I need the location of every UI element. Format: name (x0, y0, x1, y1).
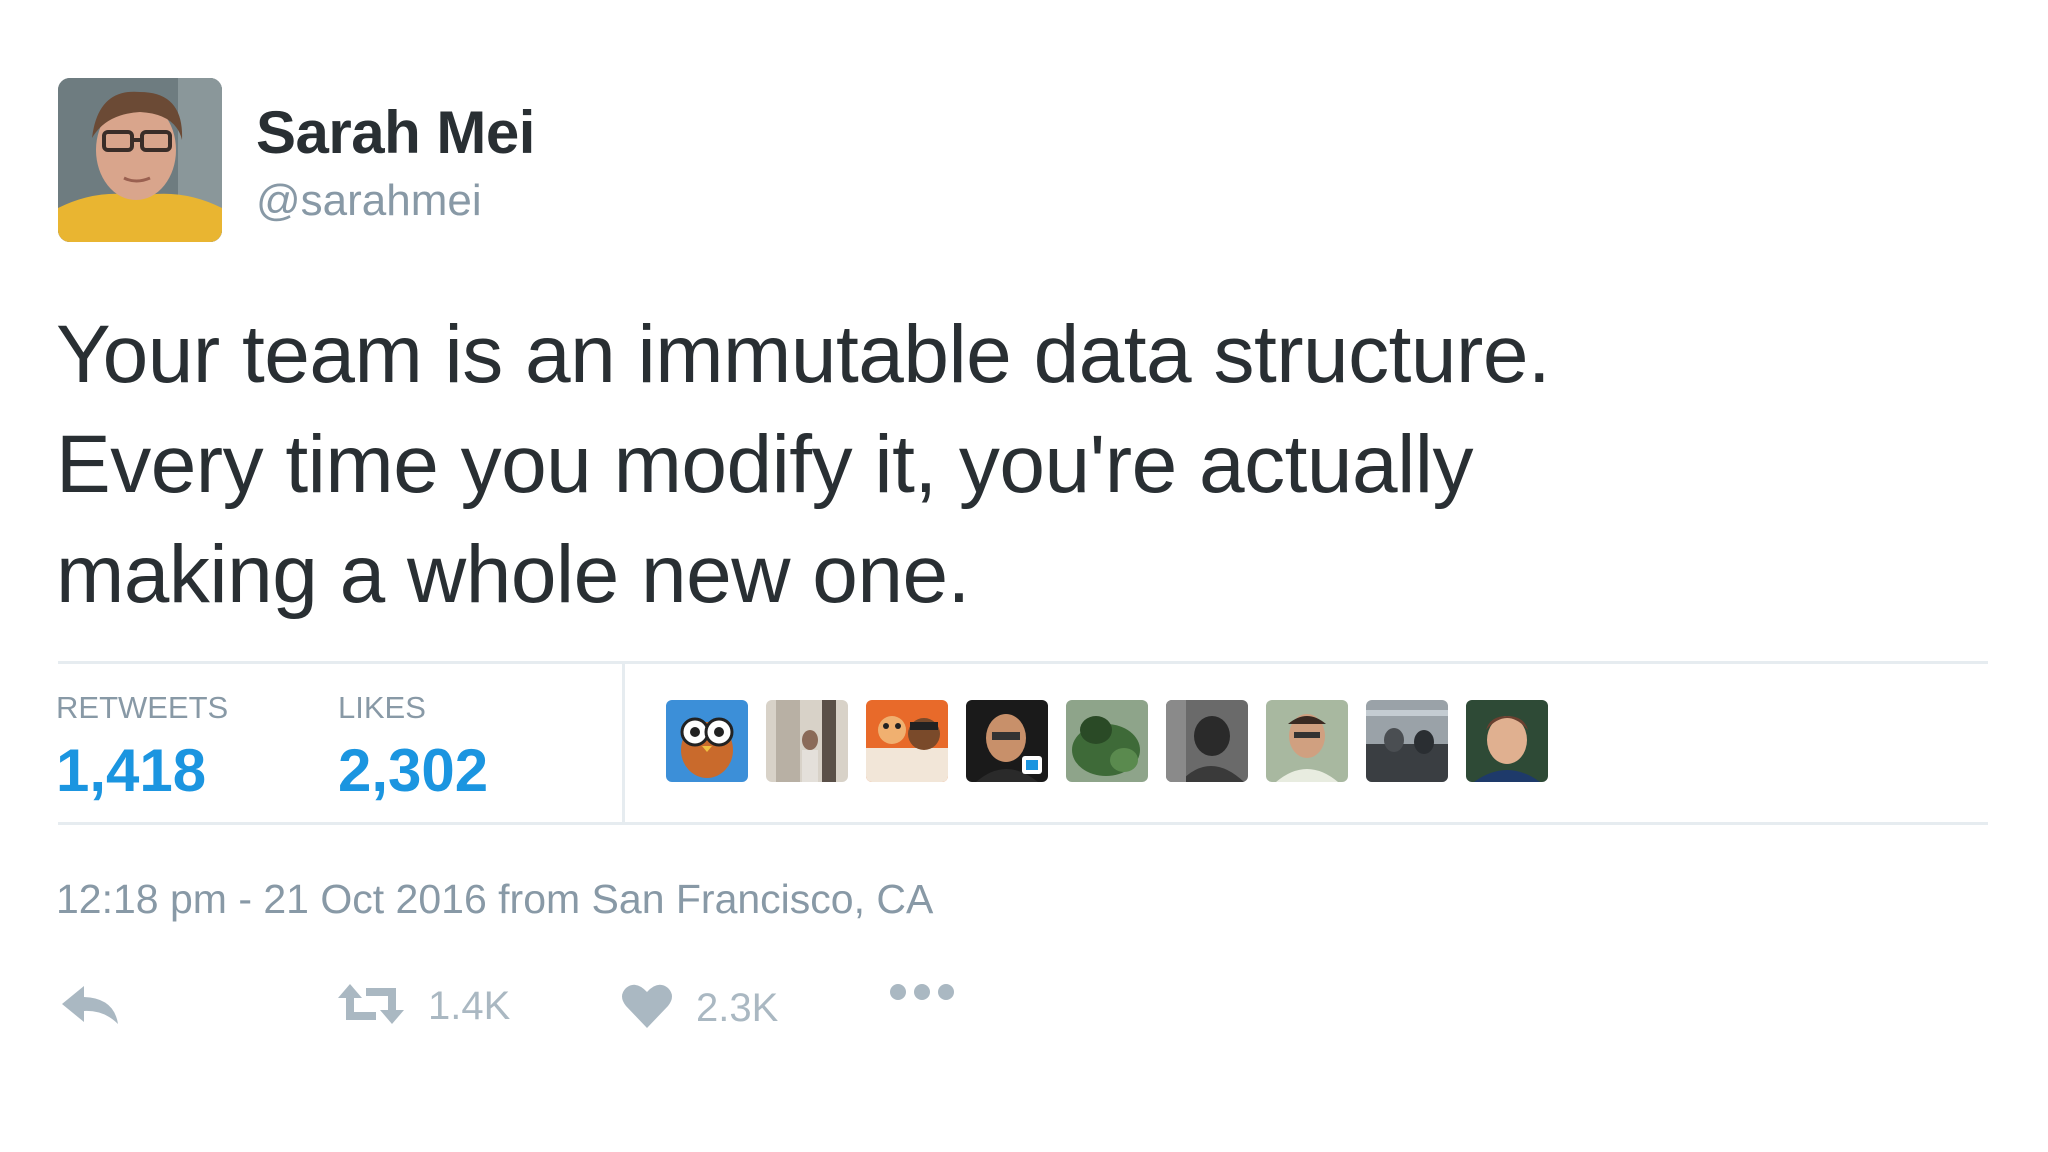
liker-avatar[interactable] (1066, 700, 1148, 782)
stats-top-divider (58, 661, 1988, 664)
like-count: 2.3K (696, 986, 779, 1030)
heart-icon (620, 982, 674, 1035)
tweet-timestamp[interactable]: 12:18 pm - 21 Oct 2016 from San Francisc… (56, 876, 933, 923)
tweet-card: Sarah Mei @sarahmei Your team is an immu… (0, 0, 2048, 1152)
liker-avatar[interactable] (1366, 700, 1448, 782)
tweet-text-line: Every time you modify it, you're actuall… (56, 419, 1474, 510)
author-handle[interactable]: @sarahmei (256, 176, 482, 226)
more-dots-icon (888, 982, 956, 1007)
like-button[interactable]: 2.3K (620, 982, 778, 1035)
more-button[interactable] (888, 982, 956, 1007)
reply-icon (60, 982, 120, 1031)
liker-avatars (666, 700, 1548, 782)
tweet-text: Your team is an immutable data structure… (56, 300, 1956, 630)
retweet-button[interactable]: 1.4K (336, 982, 510, 1031)
retweet-icon (336, 982, 406, 1031)
stats-vertical-divider (622, 664, 625, 824)
liker-avatar[interactable] (666, 700, 748, 782)
retweet-count: 1.4K (428, 984, 511, 1028)
retweets-count[interactable]: 1,418 (56, 736, 206, 805)
liker-avatar[interactable] (866, 700, 948, 782)
likes-label: LIKES (338, 690, 426, 725)
liker-avatar[interactable] (1466, 700, 1548, 782)
author-name[interactable]: Sarah Mei (256, 98, 535, 167)
tweet-text-line: Your team is an immutable data structure… (56, 309, 1551, 400)
stats-bottom-divider (58, 822, 1988, 825)
liker-avatar[interactable] (966, 700, 1048, 782)
likes-count[interactable]: 2,302 (338, 736, 488, 805)
tweet-text-line: making a whole new one. (56, 529, 970, 620)
reply-button[interactable] (60, 982, 120, 1031)
liker-avatar[interactable] (766, 700, 848, 782)
author-avatar[interactable] (58, 78, 222, 242)
retweets-label: RETWEETS (56, 690, 229, 725)
liker-avatar[interactable] (1166, 700, 1248, 782)
liker-avatar[interactable] (1266, 700, 1348, 782)
